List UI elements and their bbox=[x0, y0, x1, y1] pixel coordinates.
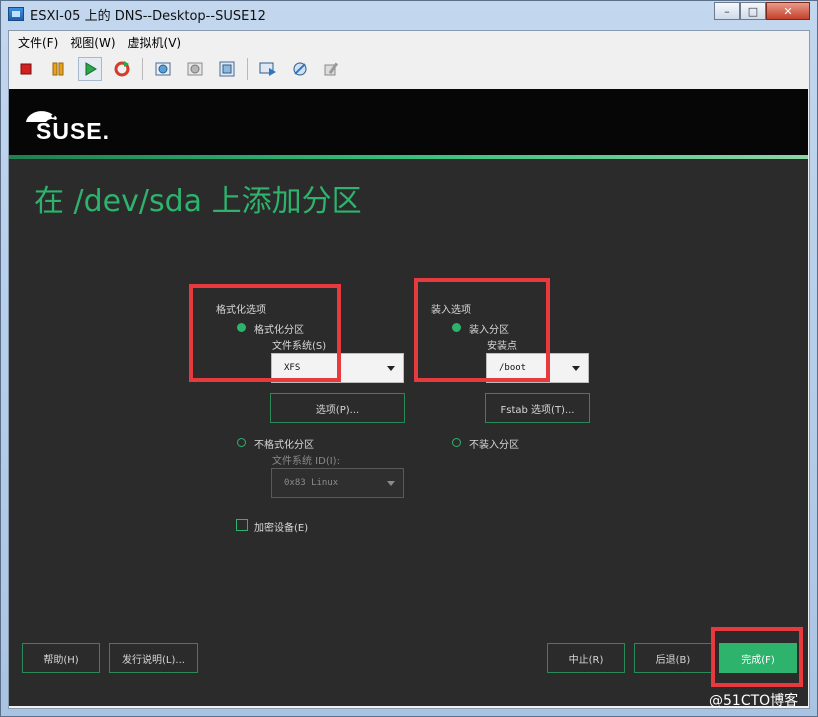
fs-id-value: 0x83 Linux bbox=[284, 478, 339, 488]
highlight-box-format bbox=[189, 284, 341, 382]
suse-logo-text: SUSE. bbox=[36, 118, 111, 144]
vmware-console-icon bbox=[8, 7, 24, 21]
options-button[interactable]: 选项(P)... bbox=[270, 393, 405, 423]
window-controls: – □ ✕ bbox=[714, 2, 810, 20]
maximize-button[interactable]: □ bbox=[740, 2, 766, 20]
header-accent-line bbox=[9, 155, 808, 159]
console-settings-icon[interactable] bbox=[256, 57, 280, 81]
toolbar bbox=[14, 56, 344, 82]
window-title: ESXI-05 上的 DNS--Desktop--SUSE12 bbox=[30, 8, 266, 24]
manage-snapshots-icon[interactable] bbox=[215, 57, 239, 81]
menu-file[interactable]: 文件(F) bbox=[18, 34, 58, 51]
no-mount-partition-label[interactable]: 不装入分区 bbox=[469, 436, 519, 451]
no-format-partition-radio[interactable] bbox=[237, 438, 246, 447]
toolbar-separator bbox=[142, 58, 143, 80]
fstab-options-button[interactable]: Fstab 选项(T)... bbox=[485, 393, 590, 423]
fs-id-select[interactable]: 0x83 Linux bbox=[271, 468, 404, 498]
play-icon[interactable] bbox=[78, 57, 102, 81]
release-notes-button[interactable]: 发行说明(L)... bbox=[109, 643, 198, 673]
help-button[interactable]: 帮助(H) bbox=[22, 643, 100, 673]
menu-view[interactable]: 视图(W) bbox=[70, 34, 115, 51]
menu-vm[interactable]: 虚拟机(V) bbox=[128, 34, 182, 51]
chevron-down-icon bbox=[572, 365, 580, 371]
vm-settings-icon[interactable] bbox=[288, 57, 312, 81]
chevron-down-icon bbox=[387, 365, 395, 371]
encrypt-device-label[interactable]: 加密设备(E) bbox=[254, 519, 308, 534]
installer-header bbox=[9, 89, 808, 155]
close-button[interactable]: ✕ bbox=[766, 2, 810, 20]
finish-button[interactable]: 完成(F) bbox=[719, 643, 797, 673]
encrypt-device-checkbox[interactable] bbox=[236, 519, 248, 531]
pause-icon[interactable] bbox=[46, 57, 70, 81]
highlight-box-mount bbox=[414, 278, 550, 382]
back-button[interactable]: 后退(B) bbox=[634, 643, 712, 673]
no-format-partition-label[interactable]: 不格式化分区 bbox=[254, 436, 314, 451]
fs-id-label: 文件系统 ID(I): bbox=[272, 456, 340, 467]
revert-snapshot-icon[interactable] bbox=[183, 57, 207, 81]
reset-icon[interactable] bbox=[110, 57, 134, 81]
abort-button[interactable]: 中止(R) bbox=[547, 643, 625, 673]
page-title: 在 /dev/sda 上添加分区 bbox=[34, 184, 362, 219]
edit-settings-icon[interactable] bbox=[320, 57, 344, 81]
minimize-button[interactable]: – bbox=[714, 2, 740, 20]
menu-bar: 文件(F) 视图(W) 虚拟机(V) bbox=[8, 32, 181, 52]
chevron-down-icon bbox=[387, 480, 395, 486]
title-bar[interactable]: ESXI-05 上的 DNS--Desktop--SUSE12 bbox=[8, 2, 808, 26]
toolbar-separator bbox=[247, 58, 248, 80]
snapshot-icon[interactable] bbox=[151, 57, 175, 81]
stop-icon[interactable] bbox=[14, 57, 38, 81]
no-mount-partition-radio[interactable] bbox=[452, 438, 461, 447]
watermark: @51CTO博客 bbox=[709, 693, 799, 709]
